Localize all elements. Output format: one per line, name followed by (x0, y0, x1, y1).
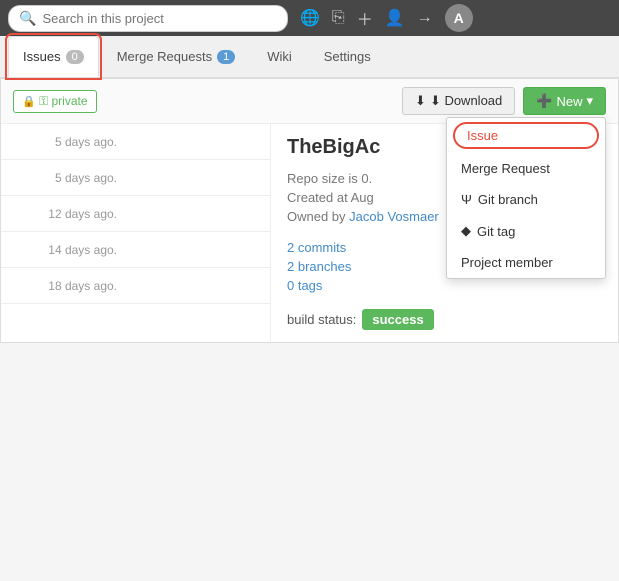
lock-icon: 🔒 (22, 96, 36, 108)
globe-icon[interactable]: 🌐 (300, 8, 320, 28)
tab-wiki[interactable]: Wiki (253, 36, 306, 77)
owner-link[interactable]: Jacob Vosmaer (349, 209, 439, 224)
tab-issues-badge: 0 (66, 50, 84, 64)
row-time: 14 days ago. (13, 243, 133, 257)
file-list: 5 days ago. 5 days ago. 12 days ago. 14 … (1, 124, 271, 342)
tab-issues[interactable]: Issues 0 (8, 36, 99, 77)
table-row: 18 days ago. (1, 268, 270, 304)
nav-tabs: Issues 0 Merge Requests 1 Wiki Settings (0, 36, 619, 78)
search-input[interactable] (42, 11, 262, 26)
new-dropdown-wrapper: ➕ New ▾ Issue Merge Request Ψ Git branch… (523, 87, 606, 115)
download-button[interactable]: ⬇ ⬇ Download (402, 87, 515, 115)
plus-icon[interactable]: ＋ (357, 6, 373, 30)
dropdown-item-git-tag[interactable]: ◆ Git tag (447, 215, 605, 247)
toolbar: 🔒 ⚿ private ⬇ ⬇ Download ➕ New ▾ Issue M… (1, 79, 618, 124)
tab-issues-label: Issues (23, 49, 61, 64)
search-box[interactable]: 🔍 (8, 5, 288, 32)
table-row: 14 days ago. (1, 232, 270, 268)
header: 🔍 🌐 ⎘ ＋ 👤 → A (0, 0, 619, 36)
chevron-down-icon: ▾ (586, 93, 593, 109)
row-time: 18 days ago. (13, 279, 133, 293)
user-icon[interactable]: 👤 (385, 8, 405, 28)
row-time: 12 days ago. (13, 207, 133, 221)
tab-settings-label: Settings (324, 49, 371, 64)
download-icon: ⬇ (415, 93, 426, 109)
arrow-icon[interactable]: → (417, 9, 433, 27)
private-badge: 🔒 ⚿ private (13, 90, 97, 113)
tab-settings[interactable]: Settings (310, 36, 385, 77)
new-button[interactable]: ➕ New ▾ (523, 87, 606, 115)
tab-wiki-label: Wiki (267, 49, 292, 64)
build-status: build status: success (287, 309, 602, 330)
tab-merge-requests-label: Merge Requests (117, 49, 212, 64)
tab-merge-requests-badge: 1 (217, 50, 235, 64)
table-row: 12 days ago. (1, 196, 270, 232)
dropdown-item-git-branch[interactable]: Ψ Git branch (447, 184, 605, 215)
git-tag-icon: ◆ (461, 223, 471, 239)
search-icon: 🔍 (19, 10, 36, 27)
table-row: 5 days ago. (1, 124, 270, 160)
header-icons: 🌐 ⎘ ＋ 👤 → A (300, 4, 473, 32)
main-content: 🔒 ⚿ private ⬇ ⬇ Download ➕ New ▾ Issue M… (0, 78, 619, 343)
row-time: 5 days ago. (13, 171, 133, 185)
build-status-label: build status: (287, 312, 356, 327)
dropdown-item-issue[interactable]: Issue (453, 122, 599, 149)
dropdown-item-project-member[interactable]: Project member (447, 247, 605, 278)
row-time: 5 days ago. (13, 135, 133, 149)
new-dropdown-menu: Issue Merge Request Ψ Git branch ◆ Git t… (446, 117, 606, 279)
avatar[interactable]: A (445, 4, 473, 32)
plus-new-icon: ➕ (536, 93, 552, 109)
tab-merge-requests[interactable]: Merge Requests 1 (103, 36, 250, 77)
git-branch-icon: Ψ (461, 192, 472, 207)
dropdown-item-merge-request[interactable]: Merge Request (447, 153, 605, 184)
tags-link[interactable]: 0 tags (287, 278, 602, 293)
table-row: 5 days ago. (1, 160, 270, 196)
copy-icon[interactable]: ⎘ (332, 9, 345, 27)
build-status-badge: success (362, 309, 433, 330)
